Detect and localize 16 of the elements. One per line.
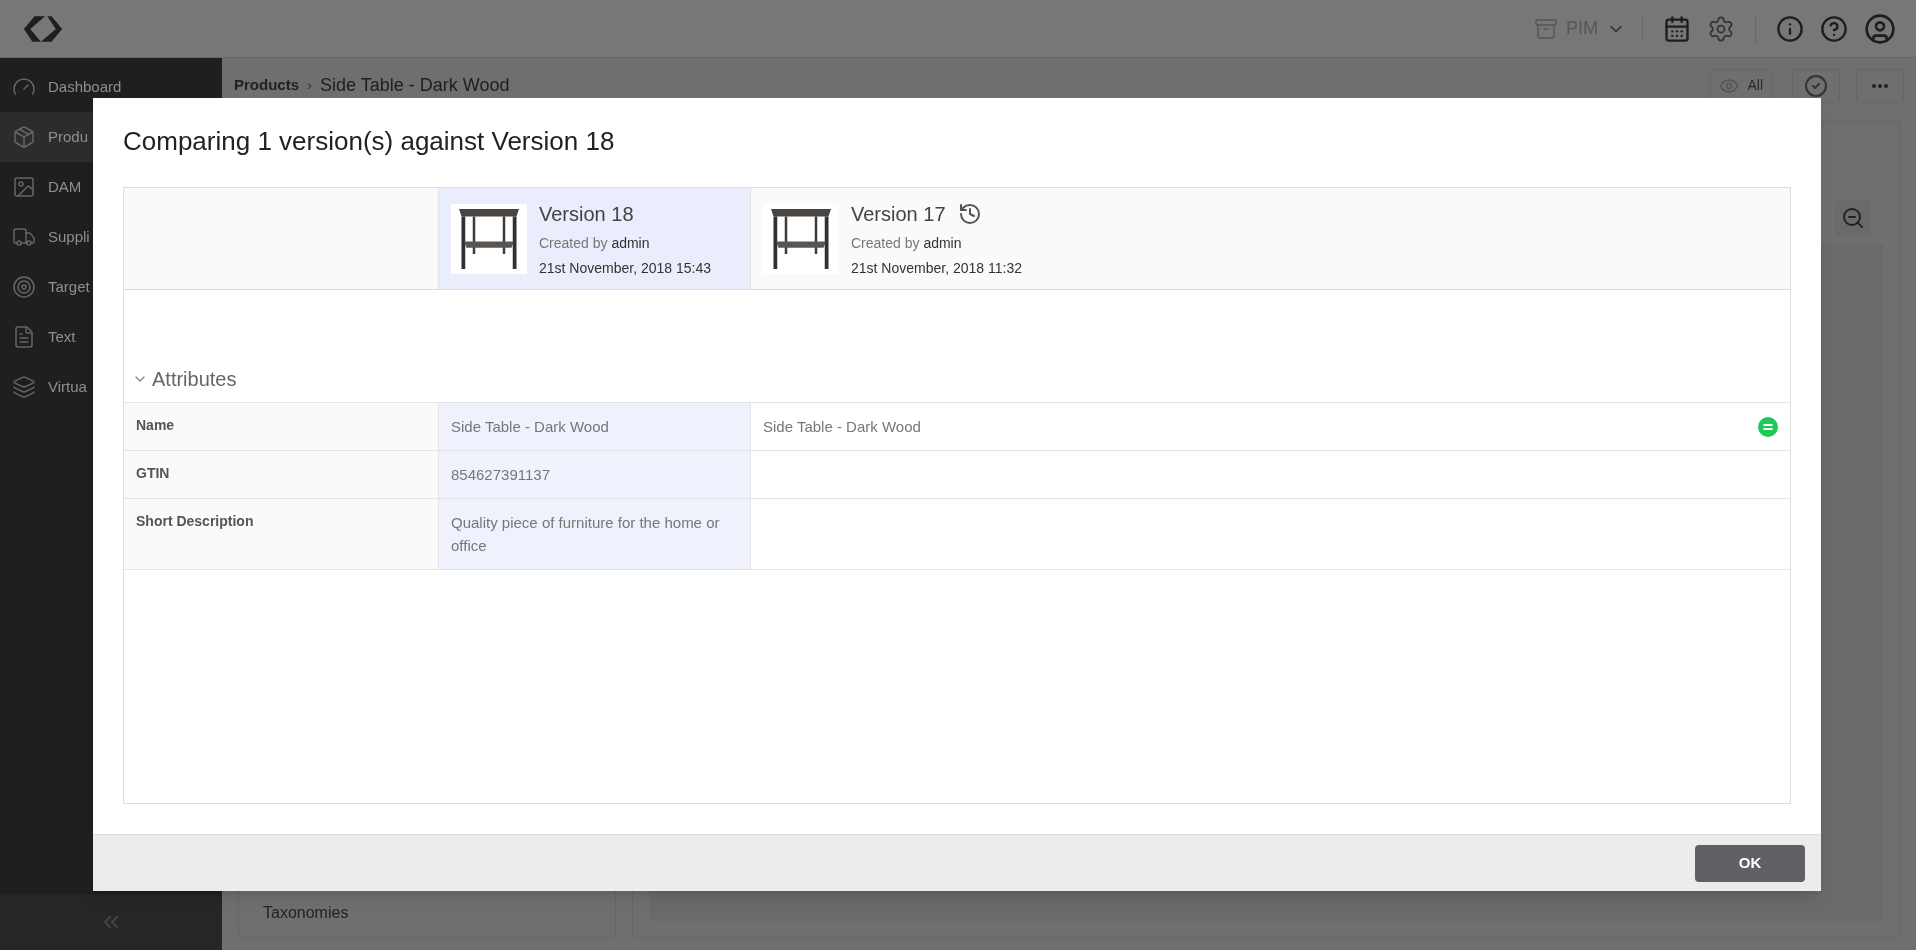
attribute-value: 854627391137 [451,465,551,485]
version-author: Created by admin [851,233,963,253]
attribute-value: Quality piece of furniture for the home or office [451,513,721,556]
breadcrumb-separator: › [307,75,312,96]
attribute-label: GTIN [124,451,439,498]
attribute-value: Side Table - Dark Wood [451,417,610,437]
version-date: 21st November, 2018 11:32 [851,258,1022,278]
dialog-title: Comparing 1 version(s) against Version 18 [123,128,616,154]
breadcrumb-current: Side Table - Dark Wood [320,74,510,97]
version-date: 21st November, 2018 15:43 [539,258,711,278]
attribute-value: Side Table - Dark Wood [763,417,922,437]
version-title: Version 18 [539,201,634,227]
version-author: Created by admin [539,233,651,253]
attribute-label: Short Description [124,499,439,569]
attribute-label: Name [124,403,439,450]
version-title: Version 17 [851,201,946,227]
